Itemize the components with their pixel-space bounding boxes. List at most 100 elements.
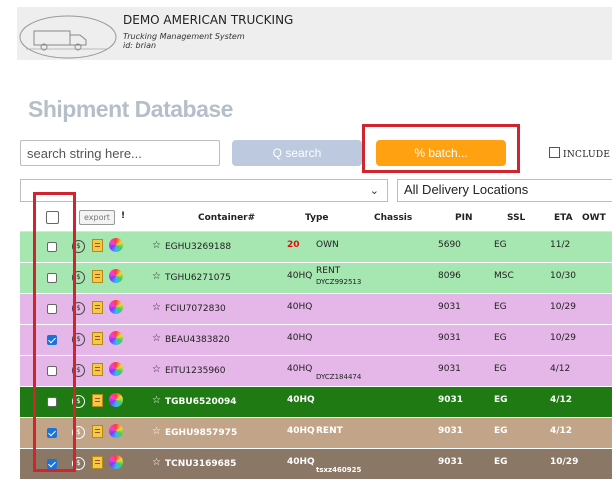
container-number[interactable]: FCIU7072830 [165,304,226,314]
status-s-icon[interactable]: $ [72,426,85,439]
status-s-icon[interactable]: $ [72,395,85,408]
table-row[interactable]: $ ☆ EGHU3269188 20 OWN 5690 EG 11/2 [20,232,612,263]
export-button[interactable]: export [79,210,115,225]
color-wheel-icon[interactable] [109,455,123,469]
batch-button[interactable]: % batch... [376,140,506,166]
select-all-checkbox[interactable] [46,211,59,224]
col-owt[interactable]: OWT [582,213,606,223]
row-checkbox[interactable] [47,428,57,438]
search-button[interactable]: Q search [232,140,362,166]
document-icon[interactable] [92,425,103,438]
container-type: 40HQ [287,364,313,374]
table-row[interactable]: $ ☆ EITU1235960 40HQ DYCZ184474 9031 EG 4/12 [20,356,612,387]
ssl-code: EG [494,395,508,405]
color-wheel-icon[interactable] [109,331,123,345]
chassis-type: RENT [316,266,341,276]
status-s-icon[interactable]: $ [72,302,85,315]
shipment-table: export ! Container# Type Chassis PIN SSL… [20,205,612,480]
status-s-icon[interactable]: $ [72,240,85,253]
row-checkbox[interactable] [47,242,57,252]
document-icon[interactable] [92,239,103,252]
include-option[interactable]: INCLUDE C [549,147,612,160]
table-row[interactable]: $ ☆ TCNU3169685 40HQ tsxz460925 9031 EG 10/29 [20,449,612,480]
col-type[interactable]: Type [305,213,328,223]
pin-code: 8096 [438,271,461,281]
document-icon[interactable] [92,394,103,407]
star-icon[interactable]: ☆ [152,302,161,313]
ssl-code: EG [494,302,507,312]
container-number[interactable]: BEAU4383820 [165,335,230,345]
col-eta[interactable]: ETA [554,213,573,223]
container-number[interactable]: EGHU9857975 [165,428,237,438]
ssl-code: EG [494,457,508,467]
pin-code: 9031 [438,426,464,436]
alert-column-header: ! [121,211,126,221]
row-checkbox[interactable] [47,397,57,407]
document-icon[interactable] [92,363,103,376]
container-type: 40HQ [287,426,315,436]
document-icon[interactable] [92,332,103,345]
document-icon[interactable] [92,456,103,469]
color-wheel-icon[interactable] [109,238,123,252]
star-icon[interactable]: ☆ [152,271,161,282]
row-checkbox[interactable] [47,366,57,376]
row-checkbox[interactable] [47,335,57,345]
star-icon[interactable]: ☆ [152,395,161,406]
col-chassis[interactable]: Chassis [374,213,412,223]
star-icon[interactable]: ☆ [152,240,161,251]
container-number[interactable]: TCNU3169685 [165,459,236,469]
status-s-icon[interactable]: $ [72,271,85,284]
include-checkbox[interactable] [549,147,560,158]
table-row[interactable]: $ ☆ TGHU6271075 40HQ RENT DYCZ992513 8096 MSC 10… [20,263,612,294]
table-row[interactable]: $ ☆ EGHU9857975 40HQ RENT 9031 EG 4/12 [20,418,612,449]
chassis-type: RENT [316,426,343,436]
color-wheel-icon[interactable] [109,362,123,376]
container-number[interactable]: TGHU6271075 [165,273,231,283]
document-icon[interactable] [92,301,103,314]
color-wheel-icon[interactable] [109,300,123,314]
container-type: 40HQ [287,333,313,343]
eta-date: 10/29 [550,302,576,312]
document-icon[interactable] [92,270,103,283]
ssl-code: EG [494,364,507,374]
color-wheel-icon[interactable] [109,424,123,438]
status-s-icon[interactable]: $ [72,364,85,377]
chassis-number: DYCZ184474 [316,373,362,381]
status-s-icon[interactable]: $ [72,457,85,470]
row-checkbox[interactable] [47,273,57,283]
container-type: 40HQ [287,302,313,312]
row-checkbox[interactable] [47,459,57,469]
eta-date: 11/2 [550,240,571,250]
container-type: 40HQ [287,271,313,281]
search-input[interactable] [20,140,220,166]
container-number[interactable]: EITU1235960 [165,366,226,376]
star-icon[interactable]: ☆ [152,457,161,468]
color-wheel-icon[interactable] [109,269,123,283]
table-row[interactable]: $ ☆ BEAU4383820 40HQ 9031 EG 10/29 [20,325,612,356]
filter-select[interactable]: ⌄ [20,179,388,202]
col-container[interactable]: Container# [198,213,255,223]
container-number[interactable]: EGHU3269188 [165,242,231,252]
container-number[interactable]: TGBU6520094 [165,397,237,407]
truck-logo-icon [18,11,118,60]
row-checkbox[interactable] [47,304,57,314]
pin-code: 9031 [438,333,461,343]
col-ssl[interactable]: SSL [507,213,525,223]
status-s-icon[interactable]: $ [72,333,85,346]
table-row[interactable]: $ ☆ TGBU6520094 40HQ 9031 EG 4/12 [20,387,612,418]
chevron-down-icon: ⌄ [369,184,379,197]
container-type: 40HQ [287,457,315,467]
eta-date: 4/12 [550,426,573,436]
star-icon[interactable]: ☆ [152,333,161,344]
table-row[interactable]: $ ☆ FCIU7072830 40HQ 9031 EG 10/29 [20,294,612,325]
ssl-code: MSC [494,271,514,281]
color-wheel-icon[interactable] [109,393,123,407]
chassis-number: DYCZ992513 [316,278,362,286]
star-icon[interactable]: ☆ [152,364,161,375]
delivery-locations-select[interactable]: All Delivery Locations [397,179,612,202]
ssl-code: EG [494,426,508,436]
company-name: DEMO AMERICAN TRUCKING [123,13,294,27]
chassis-type: OWN [316,240,339,250]
star-icon[interactable]: ☆ [152,426,161,437]
col-pin[interactable]: PIN [455,213,472,223]
